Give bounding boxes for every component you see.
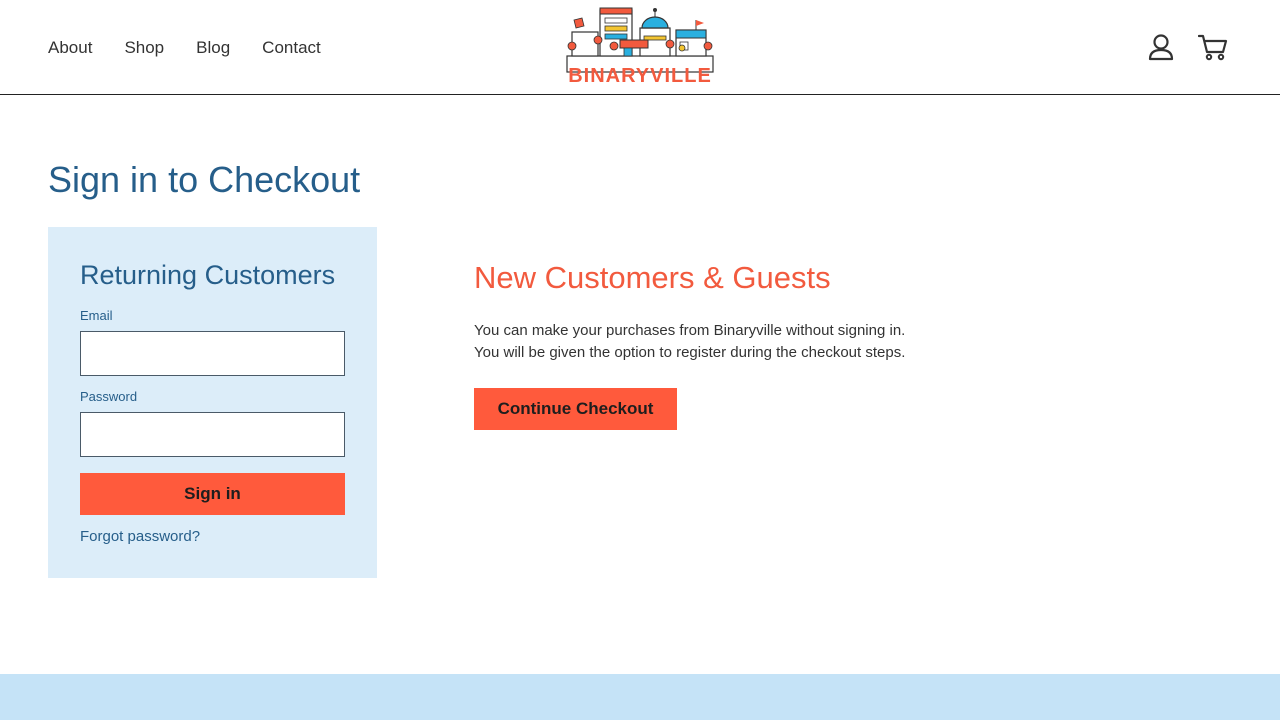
sign-in-button[interactable]: Sign in xyxy=(80,473,345,515)
svg-text:BINARYVILLE: BINARYVILLE xyxy=(568,65,712,87)
email-label: Email xyxy=(80,308,113,323)
nav-about-link[interactable]: About xyxy=(48,37,92,59)
password-label: Password xyxy=(80,389,138,404)
main-nav: About Shop Blog Contact xyxy=(48,37,353,59)
nav-contact-link[interactable]: Contact xyxy=(262,37,321,59)
password-field[interactable] xyxy=(80,412,345,457)
email-field[interactable] xyxy=(80,331,345,376)
new-customers-heading: New Customers & Guests xyxy=(474,260,831,295)
guest-description-line-2: You will be given the option to register… xyxy=(474,344,906,361)
guest-description-line-1: You can make your purchases from Binaryv… xyxy=(474,322,906,339)
binaryville-logo-graphic: BINARYVILLE xyxy=(566,7,714,87)
forgot-password-link[interactable]: Forgot password? xyxy=(80,527,200,547)
user-icon[interactable] xyxy=(1146,30,1176,64)
site-footer xyxy=(0,674,1280,720)
guest-description: You can make your purchases from Binaryv… xyxy=(474,320,994,364)
returning-customers-heading: Returning Customers xyxy=(80,260,336,290)
returning-customers-panel: Returning Customers Email Password Sign … xyxy=(48,227,377,578)
new-customers-section: New Customers & Guests You can make your… xyxy=(474,258,994,430)
nav-shop-link[interactable]: Shop xyxy=(124,37,164,59)
page-title: Sign in to Checkout xyxy=(48,159,361,200)
continue-checkout-button[interactable]: Continue Checkout xyxy=(474,388,677,430)
nav-blog-link[interactable]: Blog xyxy=(196,37,230,59)
header-icons xyxy=(1146,30,1228,64)
cart-icon[interactable] xyxy=(1198,30,1228,64)
binaryville-logo[interactable]: BINARYVILLE xyxy=(562,6,718,88)
site-header: About Shop Blog Contact BINARYVILLE xyxy=(0,0,1280,95)
